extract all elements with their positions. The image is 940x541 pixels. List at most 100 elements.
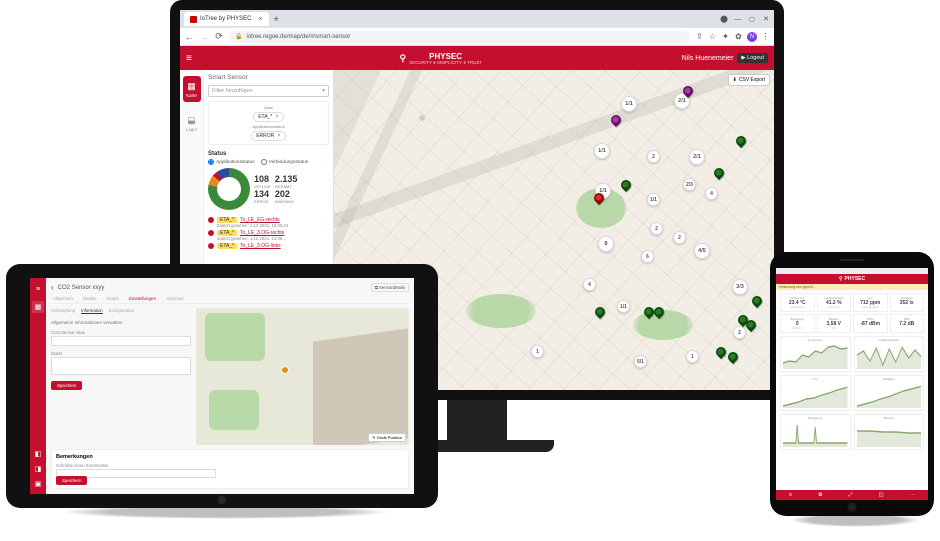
rail-item-lager[interactable]: ⬓ Lager — [183, 110, 201, 136]
mini-chart: Bewegung — [780, 414, 851, 450]
phone-frame: ⚲ PHYSEC Verbindung wird geprüft … Tempe… — [770, 252, 934, 516]
map-cluster-marker[interactable]: 1/1 — [594, 143, 610, 159]
subtab-verknuepfung[interactable]: Verknüpfung — [51, 308, 75, 314]
map-cluster-marker[interactable]: 1/1 — [647, 193, 660, 206]
chip-remove-icon[interactable]: × — [275, 114, 279, 120]
mini-chart: Luftfeuchtigkeit — [854, 336, 925, 372]
note-input[interactable] — [51, 357, 191, 375]
menu-icon[interactable]: ≡ — [186, 53, 200, 64]
map-icon: ▦ — [187, 81, 196, 92]
address-bar[interactable]: 🔒 iotree.regoe.de/map/de/#/smart-sensor — [229, 31, 690, 43]
nav-menu-icon[interactable]: ≡ — [789, 492, 792, 498]
tab-aktionen[interactable]: Aktionen — [166, 296, 184, 301]
map-cluster-marker[interactable]: 2/1 — [689, 149, 705, 165]
alias-input[interactable] — [51, 336, 191, 346]
subtab-konfiguration[interactable]: Konfiguration — [109, 308, 134, 314]
window-close-button[interactable] — [762, 15, 770, 23]
nav-forward-button[interactable]: → — [199, 32, 209, 42]
status-dot-icon — [208, 230, 214, 236]
tab-title: IoTree by PHYSEC — [200, 16, 251, 22]
radio-input[interactable] — [261, 159, 267, 165]
kebab-menu-icon[interactable]: ⋮ — [761, 32, 770, 41]
chip-label: Alias — [212, 105, 325, 110]
map-cluster-marker[interactable]: 6 — [641, 250, 654, 263]
nav-target-icon[interactable]: ⭗ — [818, 492, 822, 498]
rail-icon[interactable]: ▦ — [32, 301, 44, 313]
filter-chip-alias[interactable]: ETA_* × — [253, 112, 284, 122]
rail-icon[interactable]: ◧ — [32, 448, 44, 460]
rail-label: Lager — [186, 127, 198, 132]
map-cluster-marker[interactable]: 4/5 — [694, 243, 710, 259]
status-stats: 108OFFLINE 2.135GESAMT 134ERROR 202WARNI… — [254, 175, 297, 204]
nav-expand-icon[interactable]: ⤢ — [849, 492, 853, 498]
filter-chip-status[interactable]: ERROR × — [251, 131, 286, 141]
favicon-icon — [190, 16, 197, 23]
csv-export-button[interactable]: ⬇ CSV Export — [728, 74, 770, 86]
device-marker-icon[interactable] — [281, 366, 289, 374]
phone-app-header: ⚲ PHYSEC — [776, 274, 928, 284]
window-minimize-button[interactable] — [734, 15, 742, 23]
rail-icon[interactable]: ◨ — [32, 463, 44, 475]
status-dot-icon — [208, 243, 214, 249]
puzzle-icon[interactable]: ✿ — [734, 32, 743, 41]
window-maximize-button[interactable] — [748, 15, 756, 23]
tab-einstellungen[interactable]: Einstellungen — [129, 296, 156, 301]
map-cluster-marker[interactable]: 2 — [650, 222, 663, 235]
logout-button[interactable]: ▶ Logout — [737, 53, 768, 63]
tablet-frame: ≡ ▦ ◧ ◨ ▣ ‹ CO2 Sensor xxyy ⧉ Sensordeta… — [6, 264, 438, 508]
tab-allgemein[interactable]: Allgemein — [53, 296, 73, 301]
sensor-details-button[interactable]: ⧉ Sensordetails — [371, 283, 409, 292]
share-icon[interactable]: ⇪ — [695, 32, 704, 41]
remarks-save-button[interactable]: Speichern — [56, 476, 87, 485]
browser-tab[interactable]: IoTree by PHYSEC × — [184, 12, 269, 26]
filter-placeholder: Filter hinzufügen — [212, 88, 253, 94]
radio-conn-status[interactable]: Verbindungsstatus — [261, 159, 308, 165]
profile-avatar[interactable]: N — [747, 32, 757, 42]
tab-graph[interactable]: Graph — [107, 296, 120, 301]
map-cluster-marker[interactable]: 3/3 — [732, 279, 748, 295]
map-cluster-marker[interactable]: 1/1 — [617, 300, 630, 313]
filter-input[interactable]: Filter hinzufügen ▾ — [208, 85, 329, 97]
back-button[interactable]: ‹ — [51, 283, 54, 292]
map-cluster-marker[interactable]: 8 — [598, 236, 614, 252]
remarks-panel: Bemerkungen Schreibe einen Kommentar Spe… — [51, 449, 409, 489]
map-cluster-marker[interactable]: 4 — [583, 278, 596, 291]
map-cluster-marker[interactable]: 1 — [686, 350, 699, 363]
map-cluster-marker[interactable]: 1 — [531, 345, 544, 358]
chip-remove-icon[interactable]: × — [277, 133, 281, 139]
map-cluster-marker[interactable]: 2 — [673, 231, 686, 244]
monitor-stand — [447, 400, 507, 440]
radio-input[interactable] — [208, 159, 214, 165]
phone-home-button[interactable] — [847, 502, 857, 512]
new-tab-button[interactable]: + — [273, 14, 278, 24]
map-cluster-marker[interactable]: 4 — [705, 187, 718, 200]
menu-icon[interactable]: ≡ — [32, 283, 44, 295]
nav-more-icon[interactable]: ⋯ — [910, 492, 915, 498]
nav-back-button[interactable]: ← — [184, 32, 194, 42]
subtab-information[interactable]: Information — [81, 308, 103, 314]
extensions-icon[interactable]: ✦ — [721, 32, 730, 41]
list-item[interactable]: ETA_* To_LE_3.OG-links — [208, 243, 329, 249]
map-cluster-marker[interactable]: 2 — [733, 326, 746, 339]
phone-screen: ⚲ PHYSEC Verbindung wird geprüft … Tempe… — [776, 268, 928, 500]
tablet-map[interactable]: ✎ Gerät Position — [196, 308, 409, 445]
mini-chart: Helligkeit — [854, 375, 925, 411]
rail-icon[interactable]: ▣ — [32, 478, 44, 490]
save-button[interactable]: Speichern — [51, 381, 82, 390]
map-cluster-marker[interactable]: 2/3 — [683, 178, 696, 191]
rail-item-karte[interactable]: ▦ Karte — [183, 76, 201, 102]
tab-details[interactable]: Details — [83, 296, 97, 301]
map-cluster-marker[interactable]: 2 — [647, 150, 660, 163]
nav-view-icon[interactable]: ◱ — [879, 492, 884, 498]
tab-close-icon[interactable]: × — [257, 16, 263, 22]
edit-position-button[interactable]: ✎ Gerät Position — [368, 433, 406, 442]
bookmark-icon[interactable]: ☆ — [708, 32, 717, 41]
tablet-home-button[interactable] — [217, 495, 227, 505]
radio-app-status[interactable]: Applikationsstatus — [208, 159, 255, 165]
field-label: Notizt — [51, 351, 191, 356]
map-cluster-marker[interactable]: 1/1 — [621, 96, 637, 112]
chart-grid: TemperaturLuftfeuchtigkeitCO₂HelligkeitB… — [780, 336, 924, 450]
nav-reload-button[interactable]: ⟳ — [214, 31, 224, 42]
map-cluster-marker[interactable]: 5/1 — [634, 355, 647, 368]
kpi-card: Bewegung0letzte 1 h — [780, 314, 815, 333]
